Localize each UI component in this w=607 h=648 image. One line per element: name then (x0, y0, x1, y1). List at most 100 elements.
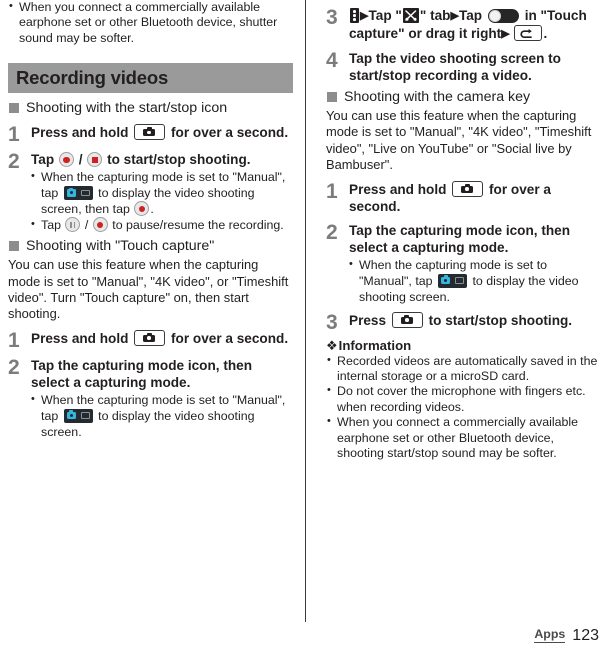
step-text-before: Press and hold (349, 181, 447, 197)
camera-key-icon (452, 180, 484, 197)
step-body: Tap the capturing mode icon, then select… (349, 222, 598, 305)
subsection-heading-camera-key: Shooting with the camera key (326, 88, 598, 106)
step-item: 4 Tap the video shooting screen to start… (326, 50, 598, 84)
photo-video-mode-switch-icon (63, 408, 93, 423)
step-note-list: When the capturing mode is set to "Manua… (31, 168, 293, 233)
step-number: 4 (326, 49, 338, 72)
step-number: 1 (8, 123, 20, 147)
square-bullet-icon (9, 103, 19, 114)
camera-key-icon (391, 311, 423, 328)
record-button-icon (134, 201, 150, 217)
note-text-1: Tap (41, 218, 61, 233)
step-item: 3 Press to start/stop shooting. (326, 310, 598, 334)
step-text-3: to start/stop shooting. (107, 152, 251, 168)
photo-video-mode-switch-icon (63, 186, 93, 201)
page-footer: Apps 123 (534, 627, 599, 644)
overflow-menu-icon (350, 8, 359, 23)
camera-key-icon (134, 329, 166, 346)
step-title: Tap the capturing mode icon, then select… (349, 222, 571, 255)
subsection-heading-label: Shooting with the camera key (344, 89, 531, 105)
step-title: Press and hold for over a second. (349, 180, 598, 215)
step-text-before: Press and hold (31, 125, 129, 141)
step-text-after: to start/stop shooting. (428, 312, 573, 328)
step-body: Press and hold for over a second. (31, 329, 293, 347)
note-text-3: to pause/resume the recording. (112, 218, 284, 233)
step-item: 3 ▶Tap " " tab▶Tap in "Touch capture" or … (326, 7, 598, 43)
step-item: 2 Tap / to start/stop shooting. When the… (8, 151, 293, 233)
record-button-icon (92, 217, 108, 233)
step-number: 3 (326, 310, 338, 334)
arrow-separator: ▶ (450, 10, 459, 22)
information-note-list: Recorded videos are automatically saved … (326, 353, 598, 462)
page-number: 123 (572, 627, 599, 644)
step-text-before: Press and hold (31, 330, 129, 346)
toggle-switch-icon (487, 9, 519, 23)
step-text-after: for over a second. (171, 330, 289, 346)
section-title-banner: Recording videos (8, 63, 293, 94)
step-number: 2 (8, 150, 20, 174)
step-item: 1 Press and hold for over a second. (8, 328, 293, 352)
step-body: Press to start/stop shooting. (349, 311, 598, 329)
list-item: When the capturing mode is set to "Manua… (349, 256, 598, 305)
step-title: Press and hold for over a second. (31, 124, 293, 141)
step-text-1: Tap (31, 152, 55, 168)
intro-note-list: When you connect a commercially availabl… (8, 0, 293, 46)
subsection-heading-start-stop-icon: Shooting with the start/stop icon (8, 99, 293, 117)
square-bullet-icon (9, 241, 19, 252)
step-text-before: Press (349, 312, 387, 328)
step-item: 2 Tap the capturing mode icon, then sele… (326, 222, 598, 305)
step-title: Tap the capturing mode icon, then select… (31, 357, 253, 390)
subsection-paragraph: You can use this feature when the captur… (326, 108, 592, 173)
step-number: 1 (8, 328, 20, 352)
back-key-icon (514, 25, 543, 41)
list-item: When you connect a commercially availabl… (326, 414, 598, 461)
step-text-after: for over a second. (171, 125, 289, 141)
list-item: When the capturing mode is set to "Manua… (31, 391, 293, 440)
right-column: 3 ▶Tap " " tab▶Tap in "Touch capture" or … (326, 0, 598, 461)
arrow-separator: ▶ (501, 28, 510, 40)
step-text-5: . (543, 26, 548, 41)
step-text-2: / (78, 152, 83, 168)
step-number: 2 (8, 355, 20, 379)
step-item: 1 Press and hold for over a second. (326, 179, 598, 215)
tools-tab-icon (402, 8, 419, 23)
step-note-list: When the capturing mode is set to "Manua… (31, 391, 293, 440)
step-title: Press to start/stop shooting. (349, 311, 598, 329)
step-text-3: Tap (458, 8, 483, 23)
step-item: 1 Press and hold for over a second. (8, 123, 293, 147)
list-item: Tap / to pause/resume the recording. (31, 216, 293, 233)
step-note-list: When the capturing mode is set to "Manua… (349, 256, 598, 305)
note-text-3: . (150, 202, 154, 217)
step-number: 2 (326, 220, 338, 244)
step-title: Press and hold for over a second. (31, 329, 293, 347)
record-button-icon (58, 152, 74, 168)
step-title: ▶Tap " " tab▶Tap in "Touch capture" or dr… (349, 7, 598, 43)
step-body: Press and hold for over a second. (349, 180, 598, 215)
subsection-heading-touch-capture: Shooting with "Touch capture" (8, 237, 293, 255)
step-item: 2 Tap the capturing mode icon, then sele… (8, 357, 293, 440)
list-item: When you connect a commercially availabl… (8, 0, 293, 46)
list-item: Do not cover the microphone with fingers… (326, 383, 598, 415)
column-divider (305, 0, 306, 622)
step-body: Tap the capturing mode icon, then select… (31, 357, 293, 440)
information-heading: ❖ Information (326, 338, 598, 353)
step-text-2: " tab (419, 8, 451, 23)
step-body: Tap the video shooting screen to start/s… (349, 50, 598, 84)
note-text-2: / (84, 218, 89, 233)
step-number: 1 (326, 179, 338, 203)
subsection-paragraph: You can use this feature when the captur… (8, 257, 289, 322)
diamond-bullet-icon: ❖ (326, 337, 338, 353)
photo-video-mode-switch-icon (438, 273, 467, 288)
left-column: When you connect a commercially availabl… (8, 0, 293, 442)
list-item: When the capturing mode is set to "Manua… (31, 168, 293, 217)
information-heading-label: Information (338, 337, 412, 353)
step-body: Tap / to start/stop shooting. When the c… (31, 151, 293, 233)
subsection-heading-label: Shooting with the start/stop icon (26, 100, 228, 117)
step-body: Press and hold for over a second. (31, 124, 293, 141)
step-title: Tap the video shooting screen to start/s… (349, 51, 561, 83)
list-item: Recorded videos are automatically saved … (326, 353, 598, 385)
step-text-1: Tap " (368, 8, 402, 23)
step-number: 3 (326, 6, 338, 29)
footer-section-tab: Apps (534, 627, 566, 643)
pause-button-icon (65, 217, 81, 233)
